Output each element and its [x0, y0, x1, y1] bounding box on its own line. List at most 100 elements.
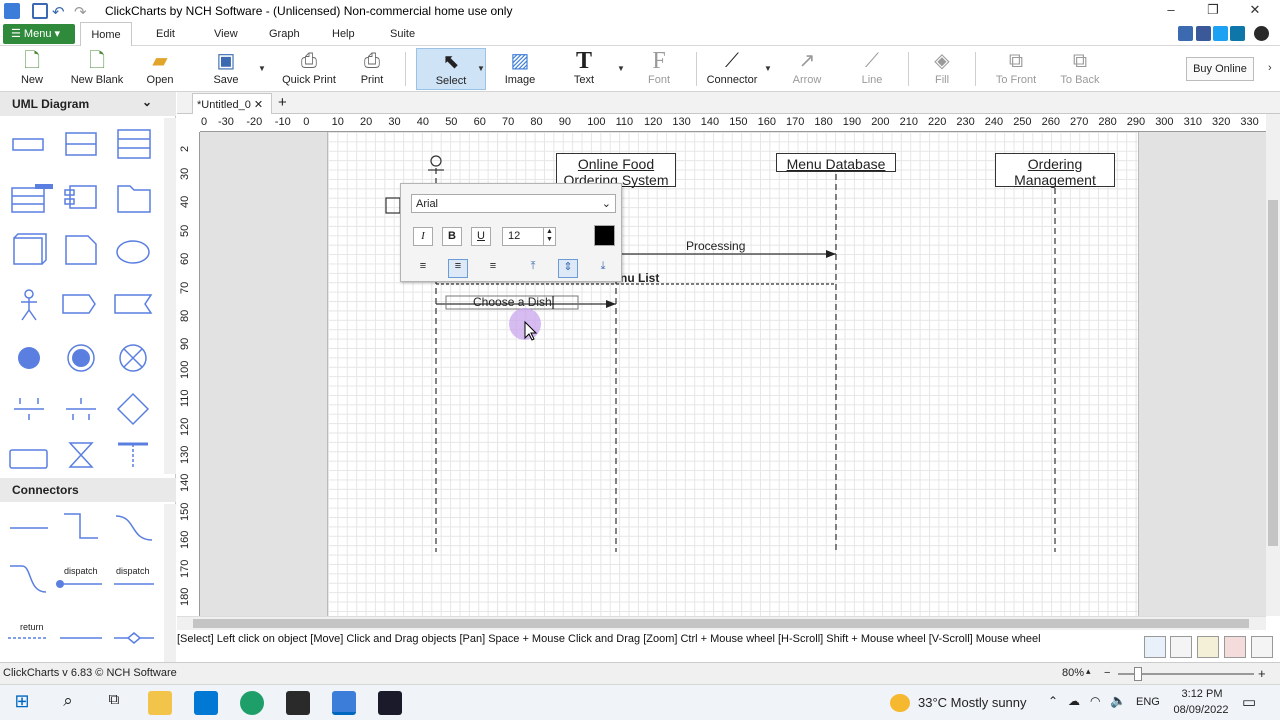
- restore-button[interactable]: ❐: [1198, 2, 1228, 20]
- connectors-panel-scrollbar[interactable]: [164, 504, 176, 662]
- uml-shape-usecase[interactable]: [116, 240, 150, 264]
- uml-shape-decision[interactable]: [116, 392, 150, 426]
- buy-online-button[interactable]: Buy Online: [1186, 57, 1254, 81]
- processing-label[interactable]: Processing: [686, 239, 745, 253]
- toolbar-overflow-icon[interactable]: ›: [1268, 62, 1272, 74]
- text-color-swatch[interactable]: [594, 225, 615, 246]
- to-back-button[interactable]: ⧉ To Back: [1058, 48, 1102, 90]
- tab-suite[interactable]: Suite: [390, 28, 415, 40]
- lifeline-header-ordering-management[interactable]: Ordering Management: [995, 153, 1115, 188]
- clock-date[interactable]: 08/09/2022: [1168, 704, 1234, 716]
- zoom-tool-icon[interactable]: [1144, 636, 1166, 658]
- edge-browser-icon[interactable]: [240, 691, 264, 715]
- clock-time[interactable]: 3:12 PM: [1172, 688, 1232, 700]
- tab-graph[interactable]: Graph: [269, 28, 300, 40]
- zoom-dropdown-icon[interactable]: ▴: [1086, 666, 1091, 677]
- vertical-scroll-thumb[interactable]: [1268, 200, 1278, 546]
- text-tool-icon[interactable]: [1170, 636, 1192, 658]
- save-button[interactable]: ▣ Save: [208, 48, 244, 90]
- magnet-icon[interactable]: [1224, 636, 1246, 658]
- zoom-slider-thumb[interactable]: [1134, 667, 1142, 681]
- eye-icon[interactable]: [1197, 636, 1219, 658]
- capcut-icon[interactable]: [286, 691, 310, 715]
- select-dropdown-icon[interactable]: ▼: [477, 64, 485, 73]
- uml-shape-object[interactable]: [11, 187, 45, 213]
- file-explorer-icon[interactable]: [148, 691, 172, 715]
- clickcharts-taskbar-icon[interactable]: [332, 691, 356, 715]
- text-dropdown-icon[interactable]: ▼: [617, 64, 625, 73]
- wifi-icon[interactable]: ◠: [1090, 694, 1100, 708]
- italic-button[interactable]: I: [413, 227, 433, 246]
- lifeline-header-menu-database[interactable]: Menu Database: [776, 153, 896, 172]
- uml-shape-package[interactable]: [117, 185, 151, 213]
- close-tab-icon[interactable]: ✕: [254, 99, 263, 111]
- linkedin-icon[interactable]: [1230, 26, 1245, 41]
- tab-home[interactable]: Home: [80, 22, 132, 46]
- menu-list-label[interactable]: nu List: [620, 271, 659, 285]
- align-top-button[interactable]: ⤒: [523, 259, 543, 278]
- connector-dropdown-icon[interactable]: ▼: [764, 64, 772, 73]
- select-button[interactable]: ⬉ Select: [416, 48, 486, 90]
- uml-shape-receive-signal[interactable]: [114, 294, 153, 314]
- uml-shape-state[interactable]: [9, 449, 48, 469]
- chevron-down-icon[interactable]: ⌄: [142, 95, 152, 109]
- actor-box[interactable]: [385, 197, 401, 214]
- image-button[interactable]: ▨ Image: [500, 48, 540, 90]
- network-icon[interactable]: ☁: [1068, 694, 1080, 708]
- choose-dish-text-input[interactable]: Choose a Dish: [473, 295, 552, 309]
- recorder-icon[interactable]: [378, 691, 402, 715]
- facebook-icon[interactable]: [1196, 26, 1211, 41]
- zoom-level[interactable]: 80%: [1062, 667, 1084, 679]
- fill-button[interactable]: ◈ Fill: [922, 48, 962, 90]
- add-tab-icon[interactable]: +: [278, 94, 287, 111]
- windows-start-icon[interactable]: ⊞: [10, 691, 34, 715]
- align-center-button[interactable]: ≡: [448, 259, 468, 278]
- font-button[interactable]: F Font: [640, 48, 678, 90]
- help-icon[interactable]: [1254, 26, 1269, 41]
- print-button[interactable]: ⎙ Print: [354, 48, 390, 90]
- connector-elbow[interactable]: [64, 513, 98, 539]
- tab-view[interactable]: View: [214, 28, 238, 40]
- search-icon[interactable]: ⌕: [56, 691, 80, 715]
- zoom-out-icon[interactable]: −: [1104, 667, 1110, 679]
- close-button[interactable]: ✕: [1240, 2, 1270, 20]
- save-quick-icon[interactable]: [32, 3, 48, 19]
- line-button[interactable]: ⟋ Line: [852, 48, 892, 90]
- uml-shape-class[interactable]: [12, 138, 44, 151]
- weather-text[interactable]: 33°C Mostly sunny: [918, 695, 1027, 710]
- document-tab[interactable]: *Untitled_0 ✕: [192, 93, 272, 114]
- task-view-icon[interactable]: ⧉: [102, 691, 126, 715]
- undo-icon[interactable]: ↶: [52, 3, 68, 21]
- uml-shape-initial-state[interactable]: [18, 347, 40, 369]
- volume-icon[interactable]: 🔈: [1110, 693, 1126, 709]
- to-front-button[interactable]: ⧉ To Front: [990, 48, 1042, 90]
- tab-help[interactable]: Help: [332, 28, 355, 40]
- canvas-horizontal-scrollbar[interactable]: [177, 616, 1266, 630]
- uml-shape-actor[interactable]: [24, 289, 34, 299]
- canvas-vertical-scrollbar[interactable]: [1266, 114, 1280, 616]
- notification-icon[interactable]: ▭: [1242, 693, 1256, 711]
- tab-edit[interactable]: Edit: [156, 28, 175, 40]
- uml-shape-send-signal[interactable]: [62, 294, 96, 314]
- align-middle-button[interactable]: ⇕: [558, 259, 578, 278]
- horizontal-scroll-thumb[interactable]: [193, 619, 1249, 628]
- connector-curved[interactable]: [115, 515, 153, 541]
- align-bottom-button[interactable]: ⤓: [593, 259, 613, 278]
- twitter-icon[interactable]: [1213, 26, 1228, 41]
- uml-shape-class-3[interactable]: [117, 129, 151, 159]
- open-button[interactable]: ▰ Open: [142, 48, 178, 90]
- quick-print-button[interactable]: ⎙ Quick Print: [280, 48, 338, 90]
- uml-panel-scrollbar[interactable]: [164, 118, 176, 474]
- zoom-in-icon[interactable]: +: [1258, 666, 1266, 681]
- font-family-select[interactable]: Arial ⌄: [411, 194, 616, 213]
- connector-button[interactable]: ⟋ Connector: [704, 48, 760, 90]
- underline-button[interactable]: U: [471, 227, 491, 246]
- redo-icon[interactable]: ↷: [74, 3, 90, 21]
- save-dropdown-icon[interactable]: ▼: [258, 64, 266, 73]
- grid-icon[interactable]: [1251, 636, 1273, 658]
- text-button[interactable]: T Text: [566, 48, 602, 90]
- connectors-header[interactable]: Connectors: [0, 478, 176, 502]
- new-button[interactable]: 🗋 New: [12, 48, 52, 90]
- arrow-button[interactable]: ↗ Arrow: [784, 48, 830, 90]
- bold-button[interactable]: B: [442, 227, 462, 246]
